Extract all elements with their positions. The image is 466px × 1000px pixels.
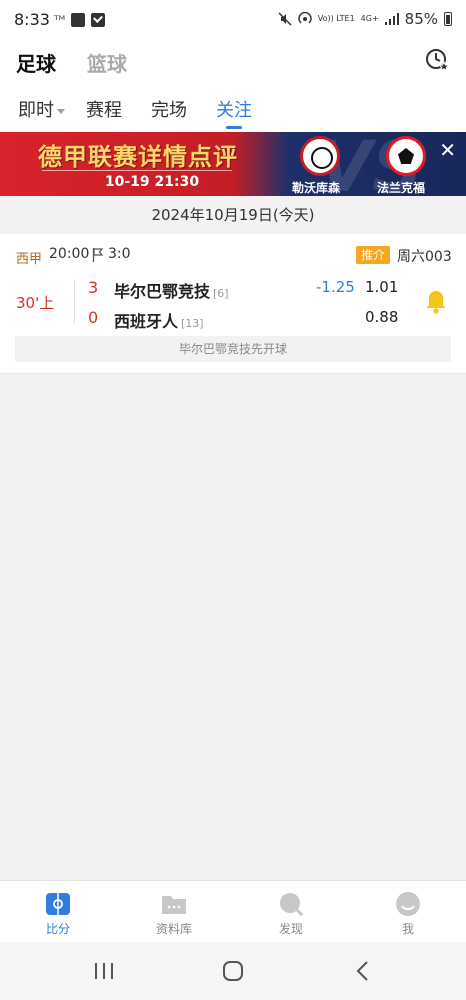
nav-profile[interactable]: 我 [350, 881, 466, 943]
status-left-icons: ᵀᴹ [54, 12, 106, 28]
halftime-score: 3:0 [108, 246, 131, 262]
nav-profile-label: 我 [401, 922, 414, 936]
away-rank: [13] [181, 317, 204, 330]
away-team-name: 西班牙人 [114, 312, 179, 331]
banner-title: 德甲联赛详情点评 [38, 143, 238, 171]
scoreboard-icon [46, 893, 70, 915]
card-divider [74, 280, 75, 324]
nav-scores[interactable]: 比分 [0, 881, 116, 943]
recommend-badge[interactable]: 推介 [356, 246, 390, 264]
home-score: 3 [88, 278, 99, 297]
banner-divider [42, 170, 232, 171]
nav-database-label: 资料库 [155, 922, 192, 936]
discover-icon [280, 893, 304, 917]
home-icon[interactable] [221, 960, 245, 982]
folder-icon [162, 896, 186, 914]
match-minute: 30'上 [16, 294, 55, 312]
home-team: 毕尔巴鄂竞技 [6] [114, 278, 229, 302]
mute-icon [278, 12, 292, 26]
match-code: 周六003 [397, 249, 452, 265]
nav-scores-label: 比分 [45, 922, 70, 936]
volte-icon: Vo)) LTE1 [317, 14, 355, 23]
back-icon[interactable] [352, 960, 376, 982]
home-rank: [6] [213, 287, 229, 300]
battery-percent: 85% [404, 10, 438, 28]
promo-banner[interactable]: 德甲联赛详情点评 10-19 21:30 VS 勒沃库森 法兰克福 ✕ [0, 132, 466, 196]
bell-icon[interactable] [424, 289, 448, 315]
league-label: 西甲 [16, 252, 43, 267]
profile-icon [396, 892, 420, 916]
kickoff-time: 20:00 [49, 246, 90, 262]
frankfurt-logo [386, 136, 426, 176]
bottom-nav: 比分 资料库 发现 我 [0, 880, 466, 942]
signal-icon [384, 13, 399, 25]
tab-live-label: 即时 [18, 100, 54, 121]
nav-discover-label: 发现 [278, 922, 303, 936]
4g-icon: 4G+ [360, 14, 379, 23]
match-card[interactable]: 西甲 20:00 3:0 推介 周六003 30'上 3 毕尔巴鄂竞技 [6] -… [0, 234, 466, 374]
banner-home-team: 勒沃库森 [292, 181, 341, 195]
status-right-icons: Vo)) LTE1 4G+ 85% [278, 10, 452, 28]
battery-icon [444, 12, 452, 26]
active-tab-indicator [226, 126, 242, 129]
tab-basketball[interactable]: 篮球 [87, 48, 127, 77]
odds-home: 1.01 [365, 278, 399, 296]
nav-discover[interactable]: 发现 [233, 881, 349, 943]
recents-icon[interactable] [92, 960, 116, 982]
nav-database[interactable]: 资料库 [116, 881, 232, 943]
close-icon[interactable]: ✕ [439, 140, 456, 160]
status-bar: 8:33 ᵀᴹ Vo)) LTE1 4G+ 85% [0, 0, 466, 40]
away-score: 0 [88, 308, 99, 327]
tab-finished[interactable]: 完场 [151, 96, 187, 122]
away-team: 西班牙人 [13] [114, 308, 204, 332]
banner-away-team: 法兰克福 [377, 181, 426, 195]
odds-away: 0.88 [365, 308, 399, 326]
date-header: 2024年10月19日(今天) [0, 196, 466, 234]
tab-live[interactable]: 即时 [18, 96, 65, 122]
sub-tabs: 即时 赛程 完场 关注 [0, 84, 466, 132]
status-time: 8:33 [14, 10, 50, 29]
app-header: 足球 篮球 [0, 40, 466, 84]
tab-following[interactable]: 关注 [216, 96, 252, 122]
handicap-line: -1.25 [316, 278, 355, 296]
leverkusen-logo [300, 136, 340, 176]
checkbox-icon [91, 13, 106, 27]
home-team-name: 毕尔巴鄂竞技 [114, 282, 211, 301]
system-nav-bar [0, 942, 466, 1000]
tab-schedule[interactable]: 赛程 [86, 96, 122, 122]
flag-icon [92, 248, 104, 262]
banner-datetime: 10-19 21:30 [104, 174, 200, 190]
dropdown-caret-icon [57, 108, 65, 114]
match-event-bar: 毕尔巴鄂竞技先开球 [15, 336, 451, 362]
hotspot-icon [298, 12, 312, 24]
clock-star-icon[interactable] [424, 47, 450, 73]
carrier-icon: ᵀᴹ [54, 13, 66, 27]
gallery-icon [71, 13, 86, 27]
tab-football[interactable]: 足球 [16, 48, 56, 77]
